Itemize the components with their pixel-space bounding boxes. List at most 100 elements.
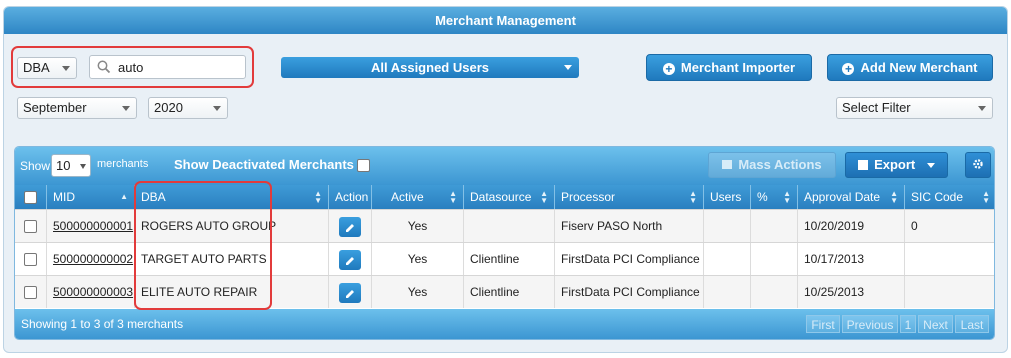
show-deactivated-label: Show Deactivated Merchants [174, 157, 354, 172]
pencil-icon [346, 289, 354, 298]
header-sic-code[interactable]: SIC Code ▲ ▼ [904, 185, 994, 209]
dba-column-highlight-box [134, 181, 272, 310]
chevron-down-icon [926, 163, 935, 168]
row-checkbox[interactable] [24, 220, 37, 234]
header-users: Users [703, 185, 750, 209]
header-percent[interactable]: % ▲ ▼ [750, 185, 797, 209]
row-select-cell[interactable] [15, 276, 46, 308]
approval-date-cell: 10/20/2019 [797, 210, 904, 242]
mid-cell: 500000000003 [46, 276, 134, 308]
pencil-icon [346, 256, 354, 265]
approval-date-cell: 10/17/2013 [797, 243, 904, 275]
select-filter-value: Select Filter [842, 100, 911, 115]
grid-toolbar: Show 10 merchants Show Deactivated Merch… [15, 147, 994, 185]
sort-icon: ▲ ▼ [783, 189, 791, 205]
month-value: September [23, 100, 87, 115]
users-cell [703, 243, 750, 275]
active-cell: Yes [371, 243, 463, 275]
edit-button[interactable] [339, 282, 361, 303]
approval-date-cell: 10/25/2013 [797, 276, 904, 308]
edit-button[interactable] [339, 249, 361, 270]
export-button[interactable]: Export [845, 152, 948, 178]
pager-previous-button[interactable]: Previous [842, 315, 898, 333]
sort-icon: ▲ ▼ [314, 189, 322, 205]
year-select[interactable]: 2020 [148, 97, 228, 119]
row-checkbox[interactable] [24, 253, 37, 267]
header-select-all[interactable] [15, 185, 46, 209]
select-all-checkbox[interactable] [24, 191, 37, 205]
sic-code-cell [904, 276, 994, 308]
chevron-down-icon [213, 106, 221, 111]
month-select[interactable]: September [17, 97, 137, 119]
users-cell [703, 276, 750, 308]
assigned-users-dropdown[interactable]: All Assigned Users [281, 57, 579, 78]
merchant-importer-label: Merchant Importer [680, 60, 796, 75]
mass-actions-label: Mass Actions [738, 157, 822, 172]
sort-icon: ▲ ▼ [890, 189, 898, 205]
assigned-users-label: All Assigned Users [370, 60, 489, 75]
pager-next-button[interactable]: Next [918, 315, 953, 333]
sort-asc-icon: ▲ [120, 192, 128, 201]
header-action: Action [328, 185, 371, 209]
mid-link[interactable]: 500000000001 [53, 219, 133, 233]
settings-button[interactable] [965, 152, 991, 178]
active-cell: Yes [371, 276, 463, 308]
show-deactivated-checkbox[interactable] [357, 159, 370, 172]
header-processor[interactable]: Processor ▲ ▼ [554, 185, 703, 209]
processor-cell: Fiserv PASO North [554, 210, 703, 242]
action-cell [328, 210, 371, 242]
processor-cell: FirstData PCI Compliance [554, 243, 703, 275]
chevron-down-icon [122, 106, 130, 111]
mid-link[interactable]: 500000000003 [53, 285, 133, 299]
select-filter-dropdown[interactable]: Select Filter [836, 97, 993, 119]
header-active[interactable]: Active ▲ ▼ [371, 185, 463, 209]
row-select-cell[interactable] [15, 210, 46, 242]
sort-icon: ▲ ▼ [689, 189, 697, 205]
chevron-down-icon [978, 106, 986, 111]
action-cell [328, 276, 371, 308]
sic-code-cell: 0 [904, 210, 994, 242]
add-new-merchant-button[interactable]: + Add New Merchant [827, 54, 993, 81]
edit-button[interactable] [339, 216, 361, 237]
plus-circle-icon: + [662, 63, 675, 75]
datasource-cell: Clientline [463, 243, 554, 275]
export-label: Export [874, 157, 916, 172]
datasource-cell [463, 210, 554, 242]
sort-icon: ▲ ▼ [540, 189, 548, 205]
gear-icon [972, 157, 984, 172]
percent-cell [750, 276, 797, 308]
datasource-cell: Clientline [463, 276, 554, 308]
mass-actions-icon [722, 160, 733, 169]
active-cell: Yes [371, 210, 463, 242]
header-approval-date[interactable]: Approval Date ▲ ▼ [797, 185, 904, 209]
mass-actions-button[interactable]: Mass Actions [708, 152, 836, 178]
merchants-label: merchants [97, 158, 149, 170]
year-value: 2020 [154, 100, 183, 115]
pager-last-button[interactable]: Last [955, 315, 989, 333]
export-icon [858, 160, 869, 170]
page-size-select[interactable]: 10 [51, 154, 91, 177]
show-label: Show [20, 159, 51, 173]
merchant-importer-button[interactable]: + Merchant Importer [646, 54, 812, 81]
users-cell [703, 210, 750, 242]
percent-cell [750, 210, 797, 242]
pager-first-button[interactable]: First [806, 315, 840, 333]
processor-cell: FirstData PCI Compliance [554, 276, 703, 308]
pencil-icon [346, 223, 354, 232]
header-mid[interactable]: MID ▲ [46, 185, 134, 209]
sort-icon: ▲ ▼ [982, 189, 990, 205]
row-checkbox[interactable] [24, 286, 37, 300]
action-cell [328, 243, 371, 275]
mid-cell: 500000000002 [46, 243, 134, 275]
row-select-cell[interactable] [15, 243, 46, 275]
page-size-value: 10 [56, 158, 71, 173]
mid-cell: 500000000001 [46, 210, 134, 242]
percent-cell [750, 243, 797, 275]
search-highlight-box [11, 46, 254, 88]
sort-icon: ▲ ▼ [449, 189, 457, 205]
pager-page-button[interactable]: 1 [900, 315, 916, 333]
plus-circle-icon: + [842, 63, 855, 75]
mid-link[interactable]: 500000000002 [53, 252, 133, 266]
grid-summary: Showing 1 to 3 of 3 merchants [21, 317, 184, 331]
header-datasource[interactable]: Datasource ▲ ▼ [463, 185, 554, 209]
